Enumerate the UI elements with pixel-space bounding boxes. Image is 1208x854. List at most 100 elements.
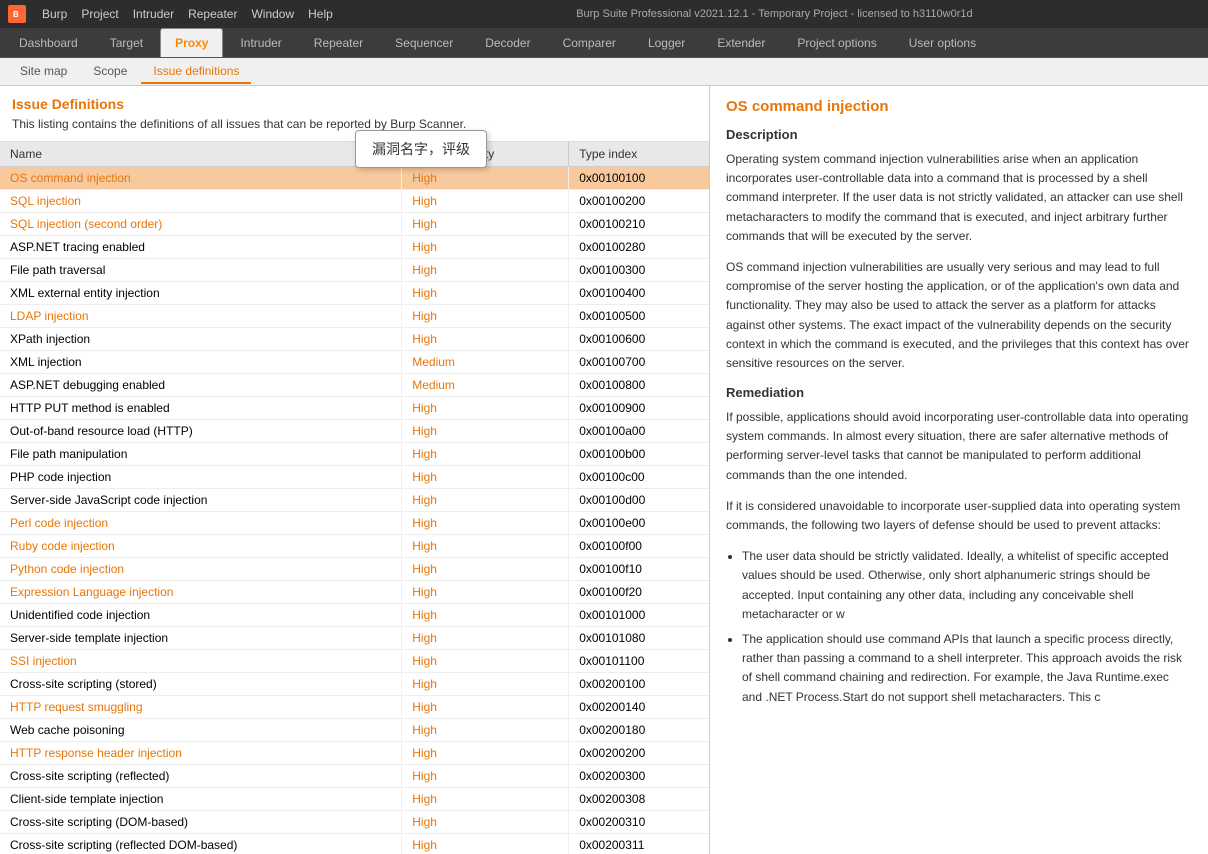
issue-name-cell: File path traversal <box>0 258 402 281</box>
table-row[interactable]: Cross-site scripting (reflected)High0x00… <box>0 764 709 787</box>
svg-text:B: B <box>13 10 19 19</box>
issue-type-index-cell: 0x00100600 <box>569 327 709 350</box>
issue-name-cell: Ruby code injection <box>0 534 402 557</box>
table-row[interactable]: Cross-site scripting (DOM-based)High0x00… <box>0 810 709 833</box>
issue-name-cell: XML external entity injection <box>0 281 402 304</box>
tab-decoder[interactable]: Decoder <box>470 28 545 57</box>
table-row[interactable]: Server-side JavaScript code injectionHig… <box>0 488 709 511</box>
sub-tab-scope[interactable]: Scope <box>81 60 139 84</box>
issue-type-index-cell: 0x00100e00 <box>569 511 709 534</box>
table-row[interactable]: OS command injectionHigh0x00100100 <box>0 166 709 189</box>
issue-name-cell: PHP code injection <box>0 465 402 488</box>
issue-name-cell: XPath injection <box>0 327 402 350</box>
issue-type-index-cell: 0x00100900 <box>569 396 709 419</box>
description-text-1: Operating system command injection vulne… <box>726 150 1192 246</box>
issue-type-index-cell: 0x00100100 <box>569 166 709 189</box>
issue-type-index-cell: 0x00200200 <box>569 741 709 764</box>
tab-project-options[interactable]: Project options <box>782 28 891 57</box>
tab-proxy[interactable]: Proxy <box>160 28 223 57</box>
table-row[interactable]: PHP code injectionHigh0x00100c00 <box>0 465 709 488</box>
table-row[interactable]: Server-side template injectionHigh0x0010… <box>0 626 709 649</box>
table-row[interactable]: Perl code injectionHigh0x00100e00 <box>0 511 709 534</box>
menu-burp[interactable]: Burp <box>42 7 67 21</box>
table-row[interactable]: HTTP request smugglingHigh0x00200140 <box>0 695 709 718</box>
col-name[interactable]: Name <box>0 142 402 167</box>
issues-table-container: Name Typical severity Type index OS comm… <box>0 141 709 854</box>
table-row[interactable]: Cross-site scripting (reflected DOM-base… <box>0 833 709 854</box>
table-row[interactable]: Out-of-band resource load (HTTP)High0x00… <box>0 419 709 442</box>
sub-tab-issue-definitions[interactable]: Issue definitions <box>141 60 251 84</box>
issue-name-cell: Cross-site scripting (DOM-based) <box>0 810 402 833</box>
issue-type-index-cell: 0x00100210 <box>569 212 709 235</box>
issue-name-cell: File path manipulation <box>0 442 402 465</box>
tab-comparer[interactable]: Comparer <box>548 28 631 57</box>
issue-name-cell: ASP.NET debugging enabled <box>0 373 402 396</box>
bullet-2: The application should use command APIs … <box>742 630 1192 707</box>
burp-logo: B <box>8 5 26 23</box>
menu-window[interactable]: Window <box>251 7 294 21</box>
issue-severity-cell: High <box>402 442 569 465</box>
issue-name-cell: Cross-site scripting (stored) <box>0 672 402 695</box>
col-type-index[interactable]: Type index <box>569 142 709 167</box>
issue-severity-cell: High <box>402 580 569 603</box>
menu-project[interactable]: Project <box>81 7 118 21</box>
issue-severity-cell: High <box>402 166 569 189</box>
issue-name-cell: Perl code injection <box>0 511 402 534</box>
issue-name-cell: Out-of-band resource load (HTTP) <box>0 419 402 442</box>
issue-severity-cell: High <box>402 787 569 810</box>
tab-user-options[interactable]: User options <box>894 28 991 57</box>
table-row[interactable]: LDAP injectionHigh0x00100500 <box>0 304 709 327</box>
table-row[interactable]: XPath injectionHigh0x00100600 <box>0 327 709 350</box>
table-row[interactable]: Expression Language injectionHigh0x00100… <box>0 580 709 603</box>
table-row[interactable]: File path manipulationHigh0x00100b00 <box>0 442 709 465</box>
menu-repeater[interactable]: Repeater <box>188 7 237 21</box>
table-row[interactable]: HTTP PUT method is enabledHigh0x00100900 <box>0 396 709 419</box>
issue-severity-cell: High <box>402 833 569 854</box>
table-row[interactable]: SSI injectionHigh0x00101100 <box>0 649 709 672</box>
issue-name-cell: HTTP request smuggling <box>0 695 402 718</box>
table-row[interactable]: XML injectionMedium0x00100700 <box>0 350 709 373</box>
tab-extender[interactable]: Extender <box>702 28 780 57</box>
menu-intruder[interactable]: Intruder <box>133 7 174 21</box>
table-row[interactable]: SQL injectionHigh0x00100200 <box>0 189 709 212</box>
table-row[interactable]: SQL injection (second order)High0x001002… <box>0 212 709 235</box>
issue-severity-cell: Medium <box>402 373 569 396</box>
table-row[interactable]: Client-side template injectionHigh0x0020… <box>0 787 709 810</box>
tab-dashboard[interactable]: Dashboard <box>4 28 93 57</box>
issue-type-index-cell: 0x00100700 <box>569 350 709 373</box>
issue-severity-cell: High <box>402 649 569 672</box>
issue-type-index-cell: 0x00100c00 <box>569 465 709 488</box>
table-row[interactable]: Web cache poisoningHigh0x00200180 <box>0 718 709 741</box>
table-row[interactable]: Cross-site scripting (stored)High0x00200… <box>0 672 709 695</box>
table-row[interactable]: Unidentified code injectionHigh0x0010100… <box>0 603 709 626</box>
table-row[interactable]: ASP.NET tracing enabledHigh0x00100280 <box>0 235 709 258</box>
issue-name-cell: Server-side template injection <box>0 626 402 649</box>
tab-intruder[interactable]: Intruder <box>225 28 296 57</box>
tab-logger[interactable]: Logger <box>633 28 700 57</box>
issue-type-index-cell: 0x00100b00 <box>569 442 709 465</box>
tab-repeater[interactable]: Repeater <box>299 28 378 57</box>
issue-name-cell: Unidentified code injection <box>0 603 402 626</box>
issue-type-index-cell: 0x00100f00 <box>569 534 709 557</box>
issue-severity-cell: High <box>402 511 569 534</box>
issue-type-index-cell: 0x00100400 <box>569 281 709 304</box>
issue-severity-cell: High <box>402 281 569 304</box>
table-row[interactable]: Ruby code injectionHigh0x00100f00 <box>0 534 709 557</box>
table-row[interactable]: File path traversalHigh0x00100300 <box>0 258 709 281</box>
tab-sequencer[interactable]: Sequencer <box>380 28 468 57</box>
issue-severity-cell: High <box>402 212 569 235</box>
issue-severity-cell: High <box>402 189 569 212</box>
table-row[interactable]: HTTP response header injectionHigh0x0020… <box>0 741 709 764</box>
table-row[interactable]: Python code injectionHigh0x00100f10 <box>0 557 709 580</box>
sub-tab-bar: Site map Scope Issue definitions <box>0 58 1208 86</box>
menu-help[interactable]: Help <box>308 7 333 21</box>
issue-severity-cell: High <box>402 235 569 258</box>
right-panel: OS command injection Description Operati… <box>710 86 1208 854</box>
titlebar: B Burp Project Intruder Repeater Window … <box>0 0 1208 28</box>
table-row[interactable]: XML external entity injectionHigh0x00100… <box>0 281 709 304</box>
table-row[interactable]: ASP.NET debugging enabledMedium0x0010080… <box>0 373 709 396</box>
issue-severity-cell: High <box>402 557 569 580</box>
sub-tab-sitemap[interactable]: Site map <box>8 60 79 84</box>
tab-target[interactable]: Target <box>95 28 158 57</box>
issue-type-index-cell: 0x00100d00 <box>569 488 709 511</box>
